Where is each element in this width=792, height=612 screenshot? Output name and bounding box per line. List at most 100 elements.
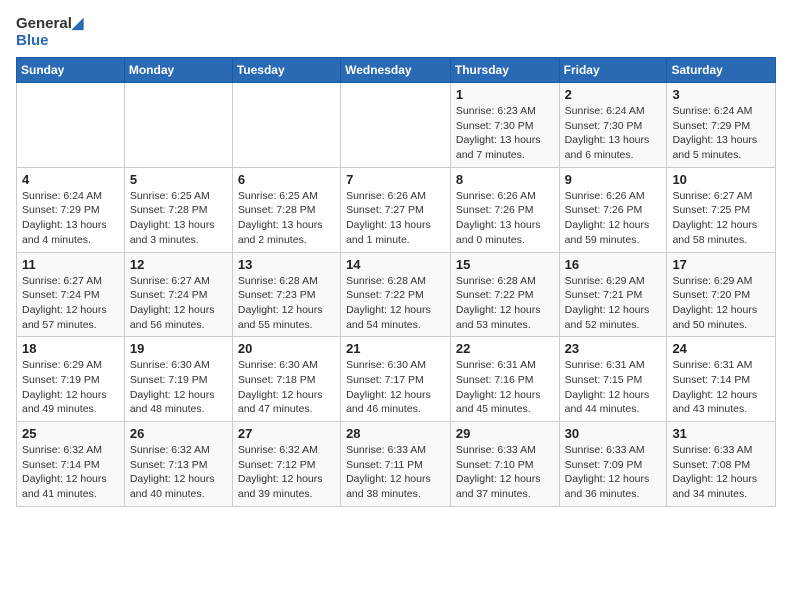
day-number: 8 bbox=[456, 172, 554, 187]
calendar-cell: 17Sunrise: 6:29 AMSunset: 7:20 PMDayligh… bbox=[667, 252, 776, 337]
day-info: Sunrise: 6:33 AMSunset: 7:11 PMDaylight:… bbox=[346, 443, 445, 502]
day-info: Sunrise: 6:28 AMSunset: 7:22 PMDaylight:… bbox=[456, 274, 554, 333]
day-number: 27 bbox=[238, 426, 335, 441]
calendar-cell bbox=[232, 83, 340, 168]
day-header-saturday: Saturday bbox=[667, 58, 776, 83]
day-header-wednesday: Wednesday bbox=[341, 58, 451, 83]
calendar-cell: 23 Sunrise: 6:31 AMSunset: 7:15 PMDayligh… bbox=[559, 337, 667, 422]
day-info: Sunrise: 6:33 AMSunset: 7:08 PMDaylight:… bbox=[672, 443, 770, 502]
day-header-tuesday: Tuesday bbox=[232, 58, 340, 83]
calendar-cell: 7 Sunrise: 6:26 AMSunset: 7:27 PMDaylight… bbox=[341, 167, 451, 252]
day-info: Sunrise: 6:26 AMSunset: 7:27 PMDaylight:… bbox=[346, 189, 445, 248]
calendar-table: SundayMondayTuesdayWednesdayThursdayFrid… bbox=[16, 57, 776, 507]
day-info: Sunrise: 6:25 AMSunset: 7:28 PMDaylight:… bbox=[130, 189, 227, 248]
day-info: Sunrise: 6:28 AMSunset: 7:23 PMDaylight:… bbox=[238, 274, 335, 333]
calendar-cell: 6 Sunrise: 6:25 AMSunset: 7:28 PMDaylight… bbox=[232, 167, 340, 252]
day-number: 26 bbox=[130, 426, 227, 441]
day-info: Sunrise: 6:32 AMSunset: 7:12 PMDaylight:… bbox=[238, 443, 335, 502]
day-info: Sunrise: 6:24 AMSunset: 7:30 PMDaylight:… bbox=[565, 104, 662, 163]
day-number: 19 bbox=[130, 341, 227, 356]
calendar-cell: 12 Sunrise: 6:27 AMSunset: 7:24 PMDayligh… bbox=[124, 252, 232, 337]
day-number: 13 bbox=[238, 257, 335, 272]
calendar-cell: 14 Sunrise: 6:28 AMSunset: 7:22 PMDayligh… bbox=[341, 252, 451, 337]
day-number: 24 bbox=[672, 341, 770, 356]
day-number: 25 bbox=[22, 426, 119, 441]
day-info: Sunrise: 6:29 AMSunset: 7:19 PMDaylight:… bbox=[22, 358, 119, 417]
calendar-cell: 28 Sunrise: 6:33 AMSunset: 7:11 PMDayligh… bbox=[341, 422, 451, 507]
calendar-cell: 16Sunrise: 6:29 AMSunset: 7:21 PMDayligh… bbox=[559, 252, 667, 337]
calendar-cell bbox=[124, 83, 232, 168]
day-info: Sunrise: 6:30 AMSunset: 7:17 PMDaylight:… bbox=[346, 358, 445, 417]
calendar-week-5: 25 Sunrise: 6:32 AMSunset: 7:14 PMDayligh… bbox=[17, 422, 776, 507]
calendar-cell: 24 Sunrise: 6:31 AMSunset: 7:14 PMDayligh… bbox=[667, 337, 776, 422]
calendar-week-2: 4 Sunrise: 6:24 AMSunset: 7:29 PMDaylight… bbox=[17, 167, 776, 252]
day-number: 2 bbox=[565, 87, 662, 102]
calendar-cell: 1Sunrise: 6:23 AMSunset: 7:30 PMDaylight… bbox=[450, 83, 559, 168]
calendar-cell: 2 Sunrise: 6:24 AMSunset: 7:30 PMDaylight… bbox=[559, 83, 667, 168]
day-info: Sunrise: 6:33 AMSunset: 7:09 PMDaylight:… bbox=[565, 443, 662, 502]
day-info: Sunrise: 6:32 AMSunset: 7:13 PMDaylight:… bbox=[130, 443, 227, 502]
day-info: Sunrise: 6:31 AMSunset: 7:16 PMDaylight:… bbox=[456, 358, 554, 417]
day-header-friday: Friday bbox=[559, 58, 667, 83]
calendar-cell: 20Sunrise: 6:30 AMSunset: 7:18 PMDayligh… bbox=[232, 337, 340, 422]
day-info: Sunrise: 6:32 AMSunset: 7:14 PMDaylight:… bbox=[22, 443, 119, 502]
day-info: Sunrise: 6:30 AMSunset: 7:19 PMDaylight:… bbox=[130, 358, 227, 417]
day-number: 15 bbox=[456, 257, 554, 272]
day-number: 17 bbox=[672, 257, 770, 272]
day-info: Sunrise: 6:27 AMSunset: 7:25 PMDaylight:… bbox=[672, 189, 770, 248]
calendar-week-4: 18 Sunrise: 6:29 AMSunset: 7:19 PMDayligh… bbox=[17, 337, 776, 422]
calendar-cell: 27 Sunrise: 6:32 AMSunset: 7:12 PMDayligh… bbox=[232, 422, 340, 507]
calendar-cell: 18 Sunrise: 6:29 AMSunset: 7:19 PMDayligh… bbox=[17, 337, 125, 422]
day-number: 31 bbox=[672, 426, 770, 441]
day-number: 9 bbox=[565, 172, 662, 187]
day-info: Sunrise: 6:23 AMSunset: 7:30 PMDaylight:… bbox=[456, 104, 554, 163]
calendar-cell: 31 Sunrise: 6:33 AMSunset: 7:08 PMDayligh… bbox=[667, 422, 776, 507]
calendar-cell: 19 Sunrise: 6:30 AMSunset: 7:19 PMDayligh… bbox=[124, 337, 232, 422]
calendar-header-row: SundayMondayTuesdayWednesdayThursdayFrid… bbox=[17, 58, 776, 83]
calendar-week-3: 11 Sunrise: 6:27 AMSunset: 7:24 PMDayligh… bbox=[17, 252, 776, 337]
calendar-cell: 3Sunrise: 6:24 AMSunset: 7:29 PMDaylight… bbox=[667, 83, 776, 168]
day-number: 18 bbox=[22, 341, 119, 356]
calendar-cell: 21Sunrise: 6:30 AMSunset: 7:17 PMDayligh… bbox=[341, 337, 451, 422]
calendar-cell: 15 Sunrise: 6:28 AMSunset: 7:22 PMDayligh… bbox=[450, 252, 559, 337]
calendar-cell bbox=[341, 83, 451, 168]
calendar-cell: 4 Sunrise: 6:24 AMSunset: 7:29 PMDaylight… bbox=[17, 167, 125, 252]
day-info: Sunrise: 6:28 AMSunset: 7:22 PMDaylight:… bbox=[346, 274, 445, 333]
logo-blue: Blue bbox=[16, 33, 83, 50]
page-header: General◢ Blue bbox=[16, 16, 776, 49]
day-number: 22 bbox=[456, 341, 554, 356]
day-info: Sunrise: 6:27 AMSunset: 7:24 PMDaylight:… bbox=[130, 274, 227, 333]
logo: General◢ Blue bbox=[16, 16, 83, 49]
calendar-cell bbox=[17, 83, 125, 168]
day-header-thursday: Thursday bbox=[450, 58, 559, 83]
day-number: 4 bbox=[22, 172, 119, 187]
day-number: 6 bbox=[238, 172, 335, 187]
day-info: Sunrise: 6:24 AMSunset: 7:29 PMDaylight:… bbox=[22, 189, 119, 248]
day-info: Sunrise: 6:33 AMSunset: 7:10 PMDaylight:… bbox=[456, 443, 554, 502]
day-info: Sunrise: 6:31 AMSunset: 7:14 PMDaylight:… bbox=[672, 358, 770, 417]
logo-text: General◢ Blue bbox=[16, 16, 83, 49]
day-number: 11 bbox=[22, 257, 119, 272]
day-number: 23 bbox=[565, 341, 662, 356]
calendar-week-1: 1Sunrise: 6:23 AMSunset: 7:30 PMDaylight… bbox=[17, 83, 776, 168]
day-number: 20 bbox=[238, 341, 335, 356]
day-info: Sunrise: 6:25 AMSunset: 7:28 PMDaylight:… bbox=[238, 189, 335, 248]
calendar-cell: 22 Sunrise: 6:31 AMSunset: 7:16 PMDayligh… bbox=[450, 337, 559, 422]
day-info: Sunrise: 6:29 AMSunset: 7:21 PMDaylight:… bbox=[565, 274, 662, 333]
day-number: 12 bbox=[130, 257, 227, 272]
day-info: Sunrise: 6:26 AMSunset: 7:26 PMDaylight:… bbox=[456, 189, 554, 248]
day-info: Sunrise: 6:31 AMSunset: 7:15 PMDaylight:… bbox=[565, 358, 662, 417]
day-number: 28 bbox=[346, 426, 445, 441]
day-header-sunday: Sunday bbox=[17, 58, 125, 83]
day-info: Sunrise: 6:27 AMSunset: 7:24 PMDaylight:… bbox=[22, 274, 119, 333]
day-number: 14 bbox=[346, 257, 445, 272]
day-info: Sunrise: 6:26 AMSunset: 7:26 PMDaylight:… bbox=[565, 189, 662, 248]
logo-general: General◢ bbox=[16, 16, 83, 33]
day-number: 29 bbox=[456, 426, 554, 441]
day-header-monday: Monday bbox=[124, 58, 232, 83]
day-number: 7 bbox=[346, 172, 445, 187]
calendar-cell: 11 Sunrise: 6:27 AMSunset: 7:24 PMDayligh… bbox=[17, 252, 125, 337]
calendar-cell: 26 Sunrise: 6:32 AMSunset: 7:13 PMDayligh… bbox=[124, 422, 232, 507]
day-number: 5 bbox=[130, 172, 227, 187]
calendar-cell: 9 Sunrise: 6:26 AMSunset: 7:26 PMDaylight… bbox=[559, 167, 667, 252]
